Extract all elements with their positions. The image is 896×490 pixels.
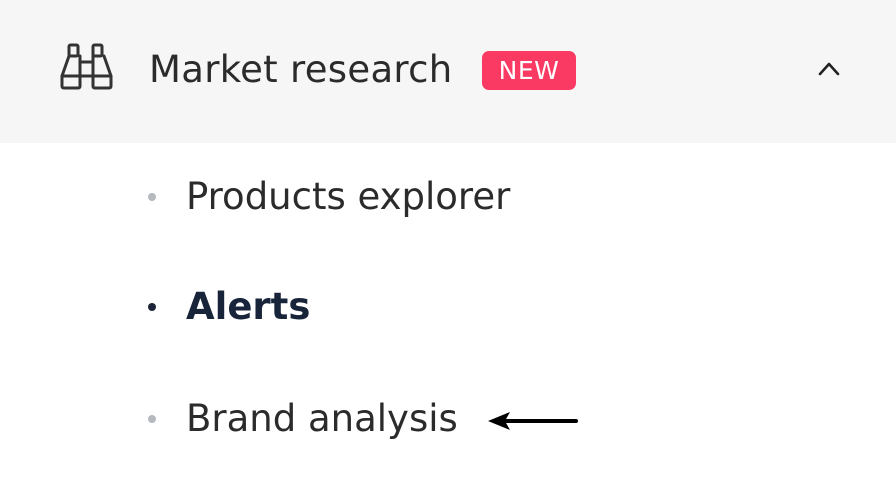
bullet-active	[148, 303, 156, 311]
arrow-left-icon	[488, 412, 578, 430]
market-research-header[interactable]: Market research NEW	[0, 0, 896, 143]
new-badge: NEW	[482, 51, 576, 90]
submenu-item-alerts[interactable]: Alerts	[140, 277, 740, 337]
bullet	[148, 415, 156, 423]
submenu-item-label: Alerts	[186, 285, 311, 328]
submenu-item-brand-analysis[interactable]: Brand analysis	[140, 389, 740, 449]
binoculars-icon	[60, 43, 113, 90]
submenu-item-label: Brand analysis	[186, 397, 458, 440]
section-title: Market research	[149, 48, 453, 91]
bullet	[148, 193, 156, 201]
submenu-item-label: Products explorer	[186, 175, 511, 218]
sidebar-market-research: Market research NEW Products explorer Al…	[0, 0, 896, 490]
chevron-up-icon[interactable]	[812, 52, 846, 86]
submenu-item-products-explorer[interactable]: Products explorer	[140, 167, 740, 227]
